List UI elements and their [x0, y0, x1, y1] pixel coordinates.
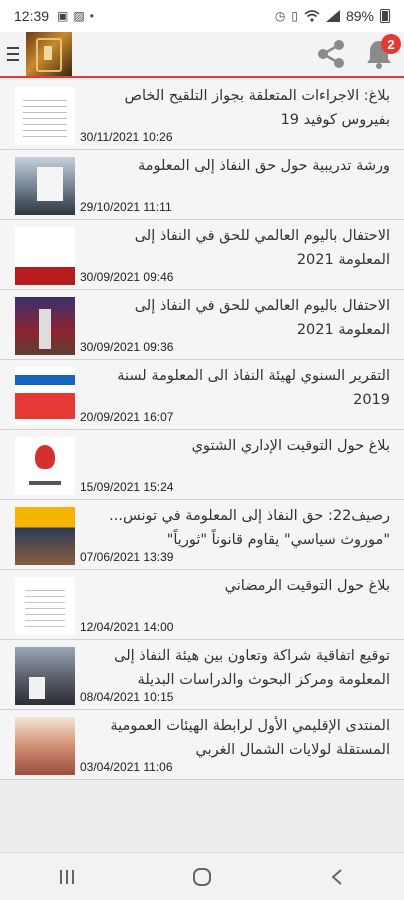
recent-apps-button[interactable]: [37, 853, 97, 900]
app-logo: [26, 32, 72, 76]
home-button[interactable]: [172, 853, 232, 900]
news-thumbnail: [15, 647, 75, 705]
status-system-icons: ◷ ▯ 89%: [275, 8, 390, 24]
menu-icon[interactable]: [0, 31, 26, 77]
news-date: 20/09/2021 16:07: [80, 410, 174, 424]
news-thumbnail: [15, 507, 75, 565]
news-title: رصيف22: حق النفاذ إلى المعلومة في تونس..…: [109, 508, 390, 548]
news-title: الاحتفال باليوم العالمي للحق في النفاذ إ…: [134, 298, 390, 338]
notification-badge: 2: [381, 34, 401, 54]
news-title: الاحتفال باليوم العالمي للحق في النفاذ إ…: [134, 228, 390, 268]
news-item[interactable]: بلاغ: الاجراءات المتعلقة بجواز التلقيح ا…: [0, 80, 404, 150]
news-date: 15/09/2021 15:24: [80, 480, 174, 494]
news-thumbnail: [15, 577, 75, 635]
news-item[interactable]: بلاغ حول التوقيت الإداري الشتوي 15/09/20…: [0, 430, 404, 500]
status-bar: 12:39 ▣ ▨ • ◷ ▯ 89%: [0, 0, 404, 32]
news-thumbnail: [15, 297, 75, 355]
dot-icon: •: [89, 9, 94, 23]
news-date: 30/11/2021 10:26: [80, 130, 173, 144]
status-notification-icons: ▣ ▨ •: [57, 9, 94, 23]
battery-percent: 89%: [345, 8, 374, 24]
home-icon: [192, 867, 211, 886]
news-thumbnail: [15, 717, 75, 775]
battery-icon: [380, 9, 390, 23]
news-date: 03/04/2021 11:06: [80, 760, 173, 774]
signal-icon: [325, 10, 340, 22]
news-thumbnail: [15, 227, 75, 285]
back-icon: [331, 868, 342, 885]
vibrate-icon: ▯: [291, 9, 298, 23]
news-date: 12/04/2021 14:00: [80, 620, 174, 634]
news-thumbnail: [15, 87, 75, 145]
news-title: ورشة تدريبية حول حق النفاذ إلى المعلومة: [137, 158, 390, 174]
news-item[interactable]: الاحتفال باليوم العالمي للحق في النفاذ إ…: [0, 220, 404, 290]
news-date: 30/09/2021 09:46: [80, 270, 174, 284]
status-time: 12:39: [14, 8, 50, 24]
news-date: 07/06/2021 13:39: [80, 550, 174, 564]
photo-icon: ▨: [73, 9, 85, 23]
gallery-icon: ▣: [57, 9, 69, 23]
notifications-button[interactable]: 2: [354, 31, 404, 77]
share-icon: [318, 40, 344, 68]
app-bar: 2: [0, 32, 404, 78]
news-item[interactable]: رصيف22: حق النفاذ إلى المعلومة في تونس..…: [0, 500, 404, 570]
recent-apps-icon: [60, 869, 75, 884]
news-item[interactable]: التقرير السنوي لهيئة النفاذ الى المعلومة…: [0, 360, 404, 430]
news-title: بلاغ حول التوقيت الرمضاني: [224, 578, 390, 594]
news-item[interactable]: الاحتفال باليوم العالمي للحق في النفاذ إ…: [0, 290, 404, 360]
news-item[interactable]: بلاغ حول التوقيت الرمضاني 12/04/2021 14:…: [0, 570, 404, 640]
alarm-icon: ◷: [274, 9, 286, 23]
news-date: 29/10/2021 11:11: [80, 200, 172, 214]
news-date: 08/04/2021 10:15: [80, 690, 174, 704]
news-title: توقيع اتفاقية شراكة وتعاون بين هيئة النف…: [114, 648, 390, 688]
news-item[interactable]: توقيع اتفاقية شراكة وتعاون بين هيئة النف…: [0, 640, 404, 710]
system-nav-bar: [0, 852, 404, 900]
back-button[interactable]: [307, 853, 367, 900]
news-title: بلاغ: الاجراءات المتعلقة بجواز التلقيح ا…: [124, 88, 390, 128]
news-date: 30/09/2021 09:36: [80, 340, 174, 354]
news-title: المنتدى الإقليمي الأول لرابطة الهيئات ال…: [110, 718, 390, 758]
share-button[interactable]: [308, 31, 354, 77]
news-item[interactable]: المنتدى الإقليمي الأول لرابطة الهيئات ال…: [0, 710, 404, 780]
news-thumbnail: [15, 157, 75, 215]
news-title: بلاغ حول التوقيت الإداري الشتوي: [191, 438, 390, 454]
news-item[interactable]: ورشة تدريبية حول حق النفاذ إلى المعلومة …: [0, 150, 404, 220]
wifi-icon: [304, 10, 320, 22]
news-title: التقرير السنوي لهيئة النفاذ الى المعلومة…: [117, 368, 390, 408]
news-list: بلاغ: الاجراءات المتعلقة بجواز التلقيح ا…: [0, 80, 404, 780]
news-thumbnail: [15, 367, 75, 425]
news-thumbnail: [15, 437, 75, 495]
